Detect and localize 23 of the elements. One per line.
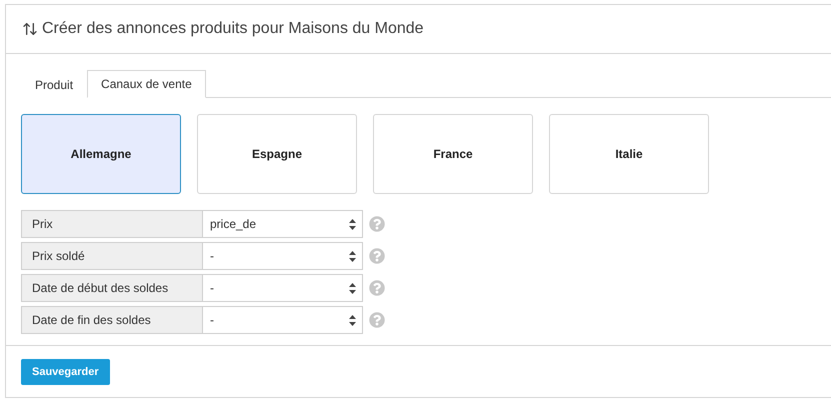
field-label: Date de fin des soldes	[21, 306, 203, 334]
select-field[interactable]: -	[203, 306, 363, 334]
channel-card[interactable]: Italie	[549, 114, 709, 194]
help-icon[interactable]	[369, 216, 385, 232]
field-label: Prix	[21, 210, 203, 238]
field-label: Date de début des soldes	[21, 274, 203, 302]
sort-caret-icon	[349, 218, 356, 230]
select-field[interactable]: -	[203, 242, 363, 270]
help-icon[interactable]	[369, 312, 385, 328]
help-icon[interactable]	[369, 248, 385, 264]
field-label: Prix soldé	[21, 242, 203, 270]
sort-caret-icon	[349, 250, 356, 262]
help-icon[interactable]	[369, 280, 385, 296]
channel-card[interactable]: Allemagne	[21, 114, 181, 194]
sort-caret-icon	[349, 314, 356, 326]
select-field[interactable]: -	[203, 274, 363, 302]
sort-caret-icon	[349, 282, 356, 294]
channel-card[interactable]: Espagne	[197, 114, 357, 194]
select-field[interactable]: price_de	[203, 210, 363, 238]
sort-arrows-icon	[22, 21, 38, 37]
channel-card[interactable]: France	[373, 114, 533, 194]
tab[interactable]: Canaux de vente	[87, 70, 206, 98]
page-title: Créer des annonces produits pour Maisons du Monde	[42, 20, 424, 38]
